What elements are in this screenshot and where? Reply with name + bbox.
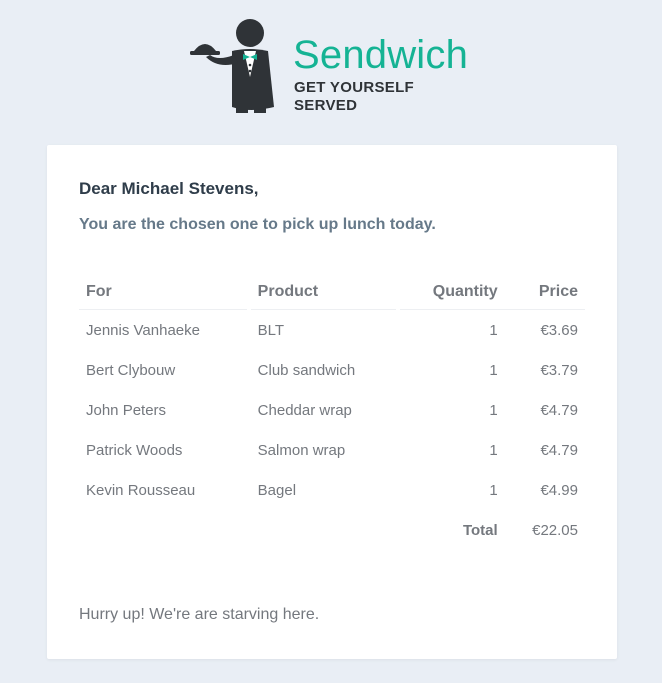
footer-note: Hurry up! We're are starving here.: [79, 606, 320, 623]
cell-quantity: 1: [489, 481, 498, 499]
table-row: Bert Clybouw Club sandwich 1 €3.79: [79, 350, 585, 390]
cell-product: BLT: [257, 321, 285, 339]
cell-product: Salmon wrap: [257, 441, 346, 459]
cell-for: Patrick Woods: [86, 441, 183, 459]
column-header-for: For: [79, 275, 247, 310]
cell-price: €4.79: [540, 441, 578, 459]
table-row: Jennis Vanhaeke BLT 1 €3.69: [79, 310, 585, 350]
cell-for: Kevin Rousseau: [86, 481, 196, 499]
total-value: €22.05: [532, 521, 578, 539]
cell-quantity: 1: [489, 361, 498, 379]
column-header-quantity: Quantity: [400, 275, 505, 310]
order-table: For Product Quantity Price Jennis Vanhae…: [79, 275, 585, 550]
cell-quantity: 1: [489, 321, 498, 339]
column-header-price: Price: [504, 275, 585, 310]
total-row: Total €22.05: [79, 510, 585, 550]
cell-for: Jennis Vanhaeke: [86, 321, 200, 339]
table-row: John Peters Cheddar wrap 1 €4.79: [79, 390, 585, 430]
email-body-card: Dear Michael Stevens, You are the chosen…: [47, 145, 617, 659]
brand-logo[interactable]: Sendwich GET YOURSELF SERVED: [188, 17, 469, 114]
cell-price: €3.69: [540, 321, 578, 339]
total-label: Total: [462, 521, 498, 539]
intro-text: You are the chosen one to pick up lunch …: [79, 216, 436, 233]
cell-quantity: 1: [489, 441, 498, 459]
cell-price: €4.99: [540, 481, 578, 499]
table-row: Kevin Rousseau Bagel 1 €4.99: [79, 470, 585, 510]
cell-for: John Peters: [86, 401, 167, 419]
brand-name: Sendwich: [293, 33, 469, 77]
cell-product: Bagel: [257, 481, 297, 499]
waiter-icon: [190, 19, 274, 113]
table-row: Patrick Woods Salmon wrap 1 €4.79: [79, 430, 585, 470]
cell-for: Bert Clybouw: [86, 361, 176, 379]
greeting: Dear Michael Stevens,: [79, 179, 259, 198]
cell-quantity: 1: [489, 401, 498, 419]
email-header: Sendwich GET YOURSELF SERVED: [0, 0, 662, 145]
cell-price: €4.79: [540, 401, 578, 419]
brand-tagline: GET YOURSELF SERVED: [294, 79, 415, 114]
cell-product: Cheddar wrap: [257, 401, 352, 419]
cell-price: €3.79: [540, 361, 578, 379]
cell-product: Club sandwich: [257, 361, 356, 379]
table-header-row: For Product Quantity Price: [79, 275, 585, 310]
column-header-product: Product: [250, 275, 397, 310]
